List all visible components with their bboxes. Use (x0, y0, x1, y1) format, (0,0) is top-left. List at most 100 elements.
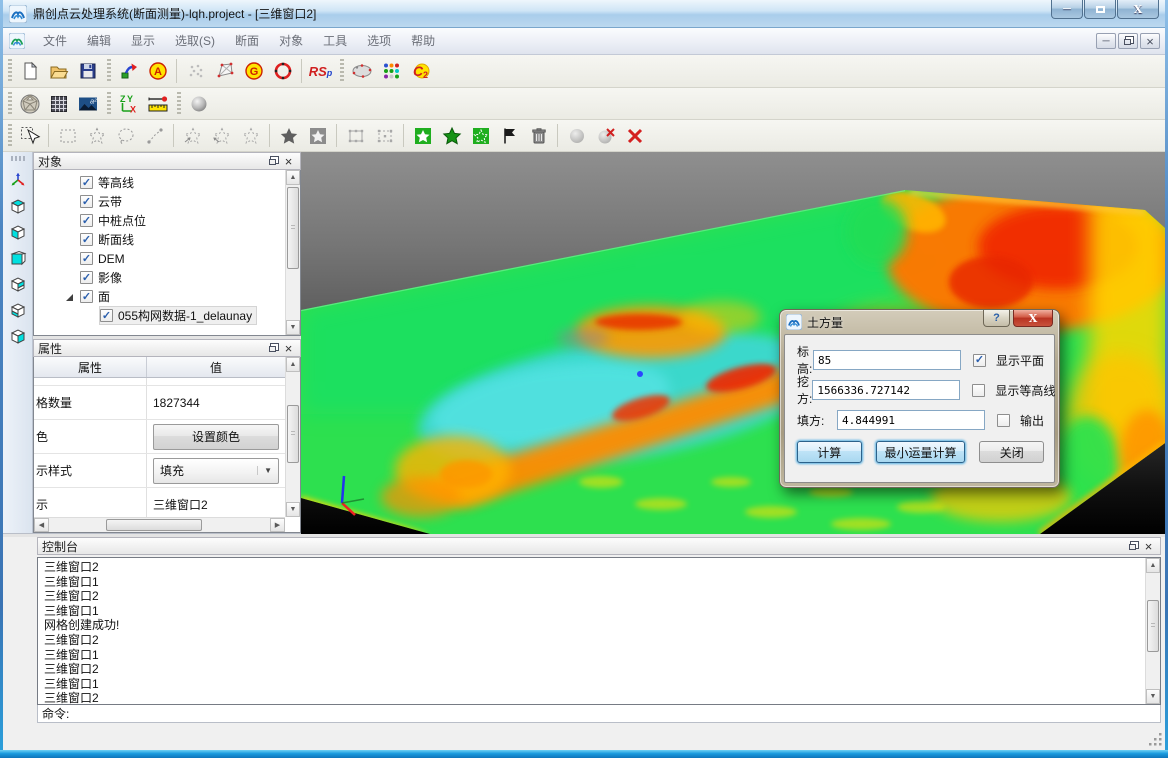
mdi-close-button[interactable]: × (1140, 33, 1160, 49)
keep-selection-button[interactable] (408, 122, 437, 149)
menu-edit[interactable]: 编辑 (77, 28, 121, 54)
earthwork-dialog[interactable]: 土方量 ? X 标高: ✓显示平面 挖方: 显示等高线 (779, 309, 1060, 488)
open-project-button[interactable] (44, 58, 73, 85)
toolbar-grip[interactable] (8, 124, 12, 147)
properties-hscrollbar[interactable]: ◀ ▶ (34, 517, 285, 532)
menu-section[interactable]: 断面 (225, 28, 269, 54)
properties-panel-float-button[interactable] (266, 341, 281, 355)
properties-row-display[interactable]: 示 三维窗口2 (34, 488, 285, 517)
tree-item-imagery[interactable]: ✓影像 (34, 268, 285, 287)
resize-grip-icon[interactable] (1149, 733, 1163, 747)
view-right-button[interactable] (6, 323, 30, 349)
dialog-title-bar[interactable]: 土方量 ? X (780, 310, 1059, 334)
checkbox-checked[interactable]: ✓ (100, 309, 113, 322)
checkbox-checked[interactable]: ✓ (80, 252, 93, 265)
grid-g-button[interactable]: G (239, 58, 268, 85)
checkbox-checked[interactable]: ✓ (80, 271, 93, 284)
display-style-dropdown[interactable]: 填充▼ (153, 458, 279, 484)
menu-help[interactable]: 帮助 (401, 28, 445, 54)
object-panel-float-button[interactable] (266, 154, 281, 168)
tree-item-centerstakes[interactable]: ✓中桩点位 (34, 211, 285, 230)
classify-colors-button[interactable] (376, 58, 405, 85)
resample-button[interactable]: RSp (306, 58, 335, 85)
scroll-up-button[interactable]: ▲ (1146, 558, 1160, 573)
window-maximize-button[interactable] (1084, 0, 1116, 19)
properties-row-gridcount[interactable]: 格数量 1827344 (34, 386, 285, 420)
close-button[interactable]: 关闭 (979, 441, 1044, 463)
tree-item-cloudband[interactable]: ✓云带 (34, 192, 285, 211)
title-bar[interactable]: 鼎创点云处理系统(断面测量)-lqh.project - [三维窗口2] ─ X (3, 0, 1165, 28)
object-tree-scrollbar[interactable]: ▲ ▼ (285, 170, 300, 335)
properties-vscrollbar[interactable]: ▲ ▼ (285, 357, 300, 517)
view-left-button[interactable] (6, 219, 30, 245)
console-close-button[interactable]: × (1141, 539, 1156, 553)
rect-select-button[interactable] (53, 122, 82, 149)
tree-item-contours[interactable]: ✓等高线 (34, 173, 285, 192)
menu-tools[interactable]: 工具 (313, 28, 357, 54)
dialog-close-button[interactable]: X (1013, 310, 1053, 327)
save-button[interactable] (73, 58, 102, 85)
dialog-help-button[interactable]: ? (983, 310, 1010, 327)
fill-volume-input[interactable] (837, 410, 985, 430)
checkbox-checked[interactable]: ✓ (80, 214, 93, 227)
polygon-select-button[interactable] (82, 122, 111, 149)
show-plane-checkbox[interactable]: ✓ (973, 354, 986, 367)
label-a-button[interactable]: A (143, 58, 172, 85)
geosphere-button[interactable] (15, 90, 44, 117)
scroll-thumb[interactable] (106, 519, 202, 531)
checkbox-checked[interactable]: ✓ (80, 290, 93, 303)
fence-select2-button[interactable] (370, 122, 399, 149)
elevation-input[interactable] (813, 350, 961, 370)
selection-solid-button[interactable] (274, 122, 303, 149)
scroll-left-button[interactable]: ◀ (34, 518, 49, 532)
fence-select-button[interactable] (341, 122, 370, 149)
object-panel-header[interactable]: 对象 × (33, 152, 301, 170)
console-float-button[interactable] (1126, 539, 1141, 553)
show-contours-checkbox[interactable] (972, 384, 985, 397)
sphere-render-button[interactable] (184, 90, 213, 117)
checkbox-checked[interactable]: ✓ (80, 233, 93, 246)
c2-tool-button[interactable]: C2 (405, 58, 434, 85)
console-scrollbar[interactable]: ▲ ▼ (1145, 558, 1160, 704)
scroll-down-button[interactable]: ▼ (1146, 689, 1160, 704)
calculate-button[interactable]: 计算 (797, 441, 862, 463)
view-back-button[interactable] (6, 271, 30, 297)
scroll-thumb[interactable] (1147, 600, 1159, 652)
object-panel-close-button[interactable]: × (281, 154, 296, 168)
min-haul-calculate-button[interactable]: 最小运量计算 (876, 441, 966, 463)
select-add-button[interactable] (207, 122, 236, 149)
ellipse-fit-button[interactable] (347, 58, 376, 85)
expand-arrow-icon[interactable] (66, 294, 73, 301)
delete-selection-button[interactable] (524, 122, 553, 149)
scroll-down-button[interactable]: ▼ (286, 320, 300, 335)
new-file-button[interactable] (15, 58, 44, 85)
window-border-bottom[interactable] (0, 750, 1168, 758)
menu-view[interactable]: 显示 (121, 28, 165, 54)
pick-select-button[interactable] (15, 122, 44, 149)
set-color-button[interactable]: 设置颜色 (153, 424, 279, 450)
window-minimize-button[interactable]: ─ (1051, 0, 1083, 19)
cancel-button[interactable] (620, 122, 649, 149)
flag-button[interactable] (495, 122, 524, 149)
scroll-thumb[interactable] (287, 405, 299, 463)
menu-select[interactable]: 选取(S) (165, 28, 225, 54)
select-subtract-button[interactable] (178, 122, 207, 149)
grid-view-button[interactable] (44, 90, 73, 117)
tree-item-sectionlines[interactable]: ✓断面线 (34, 230, 285, 249)
column-header-name[interactable]: 属性 (34, 357, 147, 377)
accept-selection-button[interactable] (437, 122, 466, 149)
view-bottom-button[interactable] (6, 297, 30, 323)
toolbar-grip[interactable] (8, 59, 12, 83)
properties-panel-header[interactable]: 属性 × (33, 339, 301, 357)
select-invert-button[interactable] (236, 122, 265, 149)
view-top-button[interactable] (6, 193, 30, 219)
sphere-delete-button[interactable] (591, 122, 620, 149)
checkbox-checked[interactable]: ✓ (80, 195, 93, 208)
properties-panel-close-button[interactable]: × (281, 341, 296, 355)
menu-file[interactable]: 文件 (33, 28, 77, 54)
axes-view-button[interactable] (6, 167, 30, 193)
measure-button[interactable] (143, 90, 172, 117)
dock-grip[interactable] (11, 156, 25, 161)
checkbox-checked[interactable]: ✓ (80, 176, 93, 189)
mdi-minimize-button[interactable]: ─ (1096, 33, 1116, 49)
